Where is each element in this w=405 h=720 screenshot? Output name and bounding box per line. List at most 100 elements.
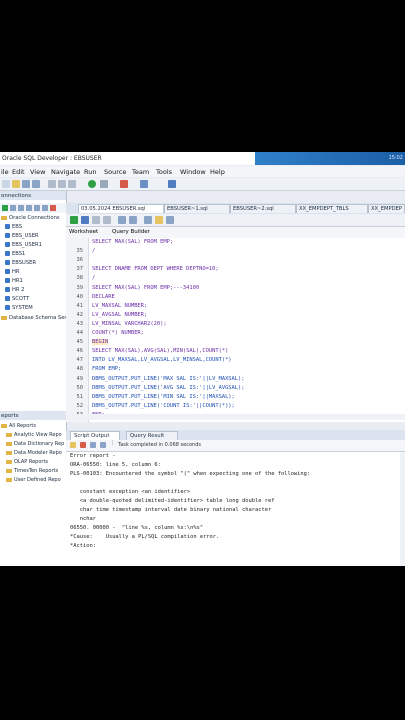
save-all-icon[interactable] bbox=[32, 180, 40, 188]
tree-item-connection[interactable]: HR1 bbox=[5, 278, 23, 284]
database-icon bbox=[5, 224, 10, 229]
menu-run[interactable]: Run bbox=[84, 168, 96, 176]
tab-worksheet[interactable]: Worksheet bbox=[69, 229, 98, 235]
code-text: SELECT MAX(SAL) FROM EMP;---34100 bbox=[92, 284, 200, 291]
line-number: 43 bbox=[76, 320, 84, 327]
clear-output-icon[interactable] bbox=[80, 442, 86, 448]
tab-query-result[interactable]: Query Result bbox=[126, 431, 178, 440]
menu-team[interactable]: Team bbox=[132, 168, 149, 176]
tab-script-output[interactable]: Script Output bbox=[70, 431, 120, 440]
tree-item-connection[interactable]: EBS bbox=[5, 224, 22, 230]
editor-scrollbar[interactable] bbox=[66, 414, 405, 420]
editor-tab[interactable]: XX_EMPDEPT_TBLS bbox=[296, 204, 368, 213]
line-number: 52 bbox=[76, 402, 84, 409]
tree-item-report[interactable]: TimesTen Reports bbox=[6, 468, 58, 474]
menu-view[interactable]: View bbox=[30, 168, 45, 176]
debug-icon[interactable] bbox=[120, 180, 128, 188]
run-statement-icon[interactable] bbox=[70, 216, 78, 224]
tree-item-report[interactable]: User Defined Repo bbox=[6, 477, 61, 483]
monitor-icon[interactable] bbox=[168, 180, 176, 188]
output-line: *Action: bbox=[70, 543, 96, 549]
editor-tab[interactable]: XX_EMPDEP bbox=[368, 204, 405, 213]
code-text: / bbox=[92, 275, 96, 282]
explain-plan-icon[interactable] bbox=[118, 216, 126, 224]
output-line: ORA-06550: line 5, column 6: bbox=[70, 462, 161, 468]
output-tab-strip: Script Output Query Result bbox=[66, 430, 405, 440]
new-file-icon[interactable] bbox=[2, 180, 10, 188]
editor-tab-strip: 03.05.2024 EBSUSER.sql EBSUSER~1.sql EBS… bbox=[66, 203, 405, 214]
open-folder-icon[interactable] bbox=[12, 180, 20, 188]
refresh-icon[interactable] bbox=[10, 205, 16, 211]
editor-tab[interactable]: EBSUSER~1.sql bbox=[164, 204, 230, 213]
filter-icon[interactable] bbox=[18, 205, 24, 211]
editor-tab[interactable]: 03.05.2024 EBSUSER.sql bbox=[78, 204, 164, 213]
line-number: 36 bbox=[76, 257, 84, 264]
tab-query-builder[interactable]: Query Builder bbox=[112, 229, 150, 235]
tree-item-report[interactable]: Data Dictionary Rep bbox=[6, 441, 64, 447]
sql-history-icon[interactable] bbox=[155, 216, 163, 224]
sql-editor[interactable]: SELECT MAX(SAL) FROM EMP; 35 / 36 37 SELECT D… bbox=[66, 238, 405, 422]
output-scrollbar[interactable] bbox=[400, 452, 405, 566]
line-number: 45 bbox=[76, 339, 84, 346]
code-text: DBMS_OUTPUT.PUT_LINE('AVG SAL IS:'||LV_A… bbox=[92, 384, 245, 391]
save-output-icon[interactable] bbox=[90, 442, 96, 448]
tree-item-connection[interactable]: HR bbox=[5, 269, 20, 275]
tree-item-connection[interactable]: HR 2 bbox=[5, 287, 24, 293]
reports-header: eports bbox=[0, 411, 66, 420]
menu-help[interactable]: Help bbox=[210, 168, 225, 176]
tree-item-connection[interactable]: EBS1 bbox=[5, 251, 25, 257]
schema-icon[interactable] bbox=[26, 205, 32, 211]
code-text: DBMS_OUTPUT.PUT_LINE('MAX SAL IS:'||LV_M… bbox=[92, 375, 245, 382]
add-connection-icon[interactable] bbox=[2, 205, 8, 211]
cut-icon[interactable] bbox=[48, 180, 56, 188]
autotrace-icon[interactable] bbox=[129, 216, 137, 224]
code-text: INTO LV_MAXSAL,LV_AVGSAL,LV_MINSAL,COUNT… bbox=[92, 357, 232, 364]
menu-source[interactable]: Source bbox=[104, 168, 126, 176]
pin-icon[interactable] bbox=[70, 442, 76, 448]
editor-tab[interactable]: EBSUSER~2.sql bbox=[230, 204, 296, 213]
rollback-icon[interactable] bbox=[103, 216, 111, 224]
delete-icon[interactable] bbox=[50, 205, 56, 211]
menu-edit[interactable]: Edit bbox=[12, 168, 25, 176]
code-text: SELECT MAX(SAL),AVG(SAL),MIN(SAL),COUNT(… bbox=[92, 348, 229, 355]
tree-item-report[interactable]: OLAP Reports bbox=[6, 459, 48, 465]
code-text: FROM EMP; bbox=[92, 366, 122, 373]
line-number: 49 bbox=[76, 375, 84, 382]
clear-icon[interactable] bbox=[144, 216, 152, 224]
tree-item-connection[interactable]: EBS_USER1 bbox=[5, 242, 42, 248]
run-icon[interactable] bbox=[88, 180, 96, 188]
database-icon bbox=[5, 233, 10, 238]
tree-item-connection[interactable]: EBSUSER bbox=[5, 260, 36, 266]
output-line: PLS-00103: Encountered the symbol "(" wh… bbox=[70, 471, 311, 477]
dropdown-icon[interactable] bbox=[100, 180, 108, 188]
folder-icon bbox=[1, 424, 7, 428]
tree-item-database-schema-service[interactable]: Database Schema Servi bbox=[1, 315, 71, 321]
menu-window[interactable]: Window bbox=[180, 168, 206, 176]
save-icon[interactable] bbox=[22, 180, 30, 188]
tree-item-report[interactable]: Analytic View Repo bbox=[6, 432, 62, 438]
format-icon[interactable] bbox=[166, 216, 174, 224]
tree-item-connection[interactable]: SYSTEM bbox=[5, 305, 33, 311]
menu-tools[interactable]: Tools bbox=[156, 168, 172, 176]
line-number: 48 bbox=[76, 366, 84, 373]
commit-icon[interactable] bbox=[92, 216, 100, 224]
tree-item-report[interactable]: All Reports bbox=[1, 423, 36, 429]
output-toolbar: | Task completed in 0.068 seconds bbox=[66, 440, 405, 452]
refresh-icon[interactable] bbox=[140, 180, 148, 188]
copy-icon[interactable] bbox=[58, 180, 66, 188]
import-icon[interactable] bbox=[34, 205, 40, 211]
menu-navigate[interactable]: Navigate bbox=[51, 168, 80, 176]
export-icon[interactable] bbox=[42, 205, 48, 211]
database-icon bbox=[5, 287, 10, 292]
tree-item-report[interactable]: Data Modeler Repo bbox=[6, 450, 62, 456]
run-script-icon[interactable] bbox=[81, 216, 89, 224]
paste-icon[interactable] bbox=[68, 180, 76, 188]
menu-file[interactable]: ile bbox=[1, 168, 9, 176]
tree-item-connection[interactable]: EBS_USER bbox=[5, 233, 39, 239]
line-number: 40 bbox=[76, 293, 84, 300]
print-icon[interactable] bbox=[100, 442, 106, 448]
script-output-panel[interactable]: Error report - ORA-06550: line 5, column … bbox=[66, 452, 405, 566]
clock: 15:02 bbox=[388, 155, 403, 161]
tree-root-oracle-connections[interactable]: Oracle Connections bbox=[1, 215, 60, 221]
tree-item-connection[interactable]: SCOTT bbox=[5, 296, 29, 302]
